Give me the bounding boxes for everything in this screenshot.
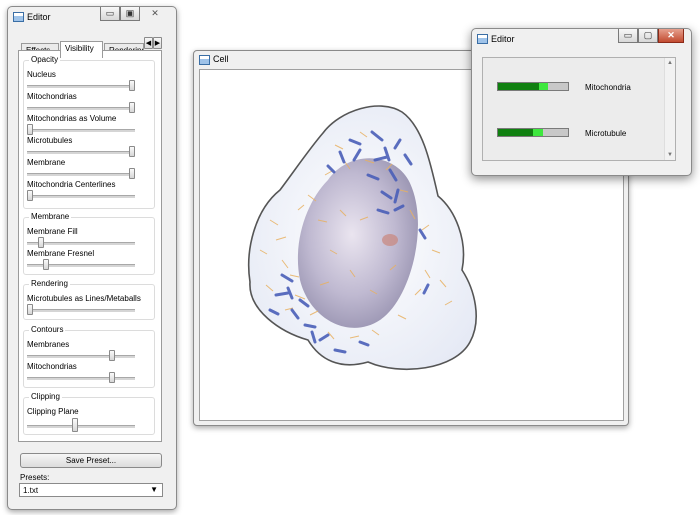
slider-centerlines-track[interactable] [27, 195, 135, 198]
minimize-icon: ▭ [623, 30, 633, 40]
slider-membrane-handle[interactable] [129, 168, 135, 179]
tab-scroll-right-icon: ▶ [154, 40, 161, 47]
maximize-icon: ▣ [125, 8, 135, 18]
slider-membrane-fill-handle[interactable] [38, 237, 44, 248]
editor2-content: ▲ ▼ Mitochondria Microtubule [482, 57, 676, 161]
slider-contour-mito-handle[interactable] [109, 372, 115, 383]
slider-lines-metaballs-label: Microtubules as Lines/Metaballs [27, 294, 141, 303]
slider-contour-membranes-track[interactable] [27, 355, 135, 358]
dropdown-arrow-icon: ▼ [150, 485, 158, 494]
visibility-tab-panel: Opacity Nucleus Mitochondrias Mitochondr… [18, 50, 162, 442]
presets-select[interactable]: 1.txt ▼ [19, 483, 163, 497]
scroll-down-icon: ▼ [667, 152, 673, 158]
slider-membrane-fresnel-handle[interactable] [43, 259, 49, 270]
mitochondria-bar[interactable] [497, 82, 569, 91]
group-contours-title: Contours [29, 325, 66, 334]
microtubule-bar[interactable] [497, 128, 569, 137]
group-membrane: Membrane Membrane Fill Membrane Fresnel [23, 212, 155, 275]
group-rendering-title: Rendering [29, 279, 70, 288]
app-icon [477, 34, 488, 44]
slider-nucleus-handle[interactable] [129, 80, 135, 91]
tab-scroll-right-button[interactable]: ▶ [153, 37, 162, 49]
slider-membrane-label: Membrane [27, 158, 66, 167]
slider-contour-membranes-handle[interactable] [109, 350, 115, 361]
maximize-button[interactable]: ▢ [638, 29, 658, 43]
slider-clipping-plane-label: Clipping Plane [27, 407, 79, 416]
slider-microtubules-label: Microtubules [27, 136, 73, 145]
editor2-scrollbar[interactable]: ▲ ▼ [664, 58, 675, 160]
slider-mito-volume-track[interactable] [27, 129, 135, 132]
editor2-window: Editor ▭ ▢ ✕ ▲ ▼ Mitochondria Microtubul… [471, 28, 692, 176]
mitochondria-bar-label: Mitochondria [585, 83, 631, 92]
close-icon: ✕ [151, 8, 159, 18]
slider-clipping-plane-track[interactable] [27, 425, 135, 428]
slider-contour-mito-track[interactable] [27, 377, 135, 380]
editor2-title: Editor [491, 34, 515, 44]
mitochondria-bar-fill [498, 83, 539, 90]
maximize-icon: ▢ [643, 30, 653, 40]
app-icon [13, 12, 24, 22]
slider-mitochondrias-handle[interactable] [129, 102, 135, 113]
slider-contour-mito-label: Mitochondrias [27, 362, 77, 371]
tab-scroll-left-button[interactable]: ◀ [144, 37, 153, 49]
slider-nucleus-label: Nucleus [27, 70, 56, 79]
slider-clipping-plane-handle[interactable] [72, 418, 78, 432]
scroll-up-icon: ▲ [667, 60, 673, 66]
slider-membrane-fill-label: Membrane Fill [27, 227, 78, 236]
slider-mitochondrias-track[interactable] [27, 107, 135, 110]
tab-scroll-left-icon: ◀ [145, 40, 152, 47]
slider-membrane-track[interactable] [27, 173, 135, 176]
slider-centerlines-handle[interactable] [27, 190, 33, 201]
microtubule-bar-label: Microtubule [585, 129, 627, 138]
group-clipping: Clipping Clipping Plane [23, 392, 155, 435]
slider-membrane-fresnel-label: Membrane Fresnel [27, 249, 95, 258]
minimize-button[interactable]: ▭ [618, 29, 638, 43]
microtubule-bar-fill [498, 129, 533, 136]
presets-label: Presets: [20, 473, 50, 482]
slider-nucleus-track[interactable] [27, 85, 135, 88]
maximize-button[interactable]: ▣ [120, 7, 140, 21]
slider-mitochondrias-label: Mitochondrias [27, 92, 77, 101]
close-icon: ✕ [667, 30, 675, 40]
group-opacity-title: Opacity [29, 55, 61, 64]
group-opacity: Opacity Nucleus Mitochondrias Mitochondr… [23, 55, 155, 209]
editor2-titlebar[interactable]: Editor ▭ ▢ ✕ [472, 29, 691, 49]
save-preset-button[interactable]: Save Preset... [20, 453, 162, 468]
slider-lines-metaballs-track[interactable] [27, 309, 135, 312]
slider-microtubules-track[interactable] [27, 151, 135, 154]
presets-select-value: 1.txt [23, 486, 39, 495]
tab-visibility[interactable]: Visibility [60, 41, 103, 58]
minimize-icon: ▭ [105, 8, 115, 18]
cell-title: Cell [213, 54, 229, 64]
mitochondria-bar-highlight [538, 83, 549, 90]
close-button[interactable]: ✕ [142, 7, 168, 21]
editor-titlebar[interactable]: Editor ▭ ▣ ✕ [8, 7, 176, 27]
minimize-button[interactable]: ▭ [100, 7, 120, 21]
slider-lines-metaballs-handle[interactable] [27, 304, 33, 315]
slider-mito-volume-label: Mitochondrias as Volume [27, 114, 117, 123]
group-membrane-title: Membrane [29, 212, 72, 221]
slider-mito-volume-handle[interactable] [27, 124, 33, 135]
slider-microtubules-handle[interactable] [129, 146, 135, 157]
group-clipping-title: Clipping [29, 392, 62, 401]
slider-centerlines-label: Mitochondria Centerlines [27, 180, 116, 189]
slider-contour-membranes-label: Membranes [27, 340, 70, 349]
microtubule-bar-highlight [533, 129, 543, 136]
close-button[interactable]: ✕ [658, 29, 684, 43]
editor-title: Editor [27, 12, 51, 22]
app-icon [199, 55, 210, 65]
group-contours: Contours Membranes Mitochondrias [23, 325, 155, 388]
group-rendering: Rendering Microtubules as Lines/Metaball… [23, 279, 155, 320]
editor-window: Editor ▭ ▣ ✕ Effects Visibility Renderin… [7, 6, 177, 510]
